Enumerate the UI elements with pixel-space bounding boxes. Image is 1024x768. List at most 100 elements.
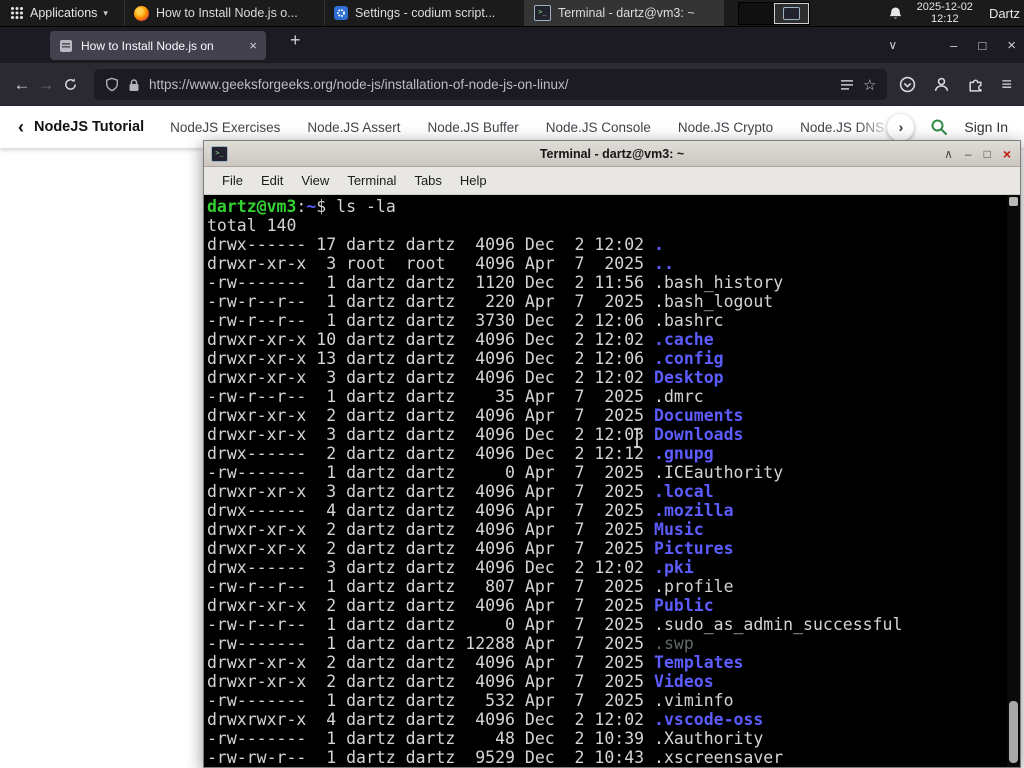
close-button[interactable]: × — [1003, 146, 1011, 162]
clock[interactable]: 2025-12-02 12:12 — [917, 1, 973, 26]
panel-username: Dartz — [988, 5, 1020, 21]
back-button[interactable]: ← — [10, 75, 34, 95]
terminal-icon: >_ — [533, 5, 551, 21]
tab-close-icon[interactable]: × — [249, 38, 257, 53]
toolbar-icons: ≡ — [899, 74, 1012, 95]
nav-link[interactable]: Node.JS Assert — [307, 120, 400, 135]
terminal-line: -rw------- 1 dartz dartz 1120 Dec 2 11:5… — [207, 273, 784, 292]
desktop: Applications ▾ How to Install Node.js o.… — [0, 0, 1024, 768]
menu-terminal[interactable]: Terminal — [338, 173, 405, 188]
taskbar: How to Install Node.js o... Settings - c… — [123, 0, 724, 26]
nav-link[interactable]: Node.JS Buffer — [427, 120, 518, 135]
menu-tabs[interactable]: Tabs — [405, 173, 450, 188]
page-favicon — [60, 39, 72, 52]
window-controls: ∨ – □ × — [888, 27, 1016, 63]
nav-link-primary[interactable]: NodeJS Tutorial — [34, 119, 144, 135]
nav-link[interactable]: Node.JS Console — [546, 120, 651, 135]
settings-gear-icon — [333, 6, 348, 20]
firefox-icon — [133, 5, 149, 21]
tracking-shield-icon — [106, 77, 118, 92]
top-panel: Applications ▾ How to Install Node.js o.… — [0, 0, 1024, 27]
search-icon[interactable] — [930, 118, 948, 136]
terminal-titlebar[interactable]: >_ Terminal - dartz@vm3: ~ ∧ – □ × — [204, 141, 1020, 167]
terminal-scrollbar[interactable] — [1007, 195, 1020, 767]
close-button[interactable]: × — [1007, 37, 1016, 54]
clock-date: 2025-12-02 — [916, 0, 973, 13]
minimize-button[interactable]: – — [950, 38, 957, 53]
workspace-2-active[interactable] — [773, 2, 809, 24]
terminal-line: -rw------- 1 dartz dartz 0 Apr 7 2025 .I… — [207, 463, 784, 482]
terminal-line: drwxr-xr-x 3 root root 4096 Apr 7 2025 .… — [207, 254, 674, 273]
menu-file[interactable]: File — [213, 173, 252, 188]
new-tab-button[interactable]: + — [290, 30, 301, 51]
menu-help[interactable]: Help — [451, 173, 496, 188]
chevron-down-icon: ▾ — [103, 7, 108, 18]
applications-menu-button[interactable]: Applications ▾ — [0, 0, 118, 26]
firefox-tab-bar: How to Install Node.js on × + ∨ – □ × — [0, 27, 1024, 63]
taskbar-window-title: How to Install Node.js o... — [155, 6, 298, 20]
menu-view[interactable]: View — [292, 173, 338, 188]
terminal-icon: >_ — [211, 145, 228, 162]
notification-bell-icon[interactable] — [888, 6, 903, 21]
terminal-line: drwxr-xr-x 2 dartz dartz 4096 Apr 7 2025… — [207, 539, 734, 558]
minimize-button[interactable]: – — [965, 147, 972, 161]
terminal-line: -rw------- 1 dartz dartz 48 Dec 2 10:39 … — [207, 729, 764, 748]
taskbar-window-terminal[interactable]: >_ Terminal - dartz@vm3: ~ — [523, 0, 724, 26]
terminal-line: -rw-r--r-- 1 dartz dartz 3730 Dec 2 12:0… — [207, 311, 724, 330]
menu-edit[interactable]: Edit — [252, 173, 292, 188]
bookmark-star-icon[interactable]: ☆ — [863, 76, 876, 94]
terminal-line: -rw-r--r-- 1 dartz dartz 220 Apr 7 2025 … — [207, 292, 774, 311]
terminal-line: drwxr-xr-x 2 dartz dartz 4096 Apr 7 2025… — [207, 406, 744, 425]
url-bar[interactable]: https://www.geeksforgeeks.org/node-js/in… — [94, 69, 888, 100]
account-icon[interactable] — [933, 76, 950, 93]
extensions-puzzle-icon[interactable] — [967, 76, 984, 93]
workspace-switcher[interactable] — [737, 1, 810, 25]
workspace-window-thumbnail — [782, 6, 800, 20]
maximize-button[interactable]: □ — [978, 38, 986, 53]
nav-link[interactable]: NodeJS Exercises — [170, 120, 280, 135]
menu-icon[interactable]: ≡ — [1001, 74, 1012, 95]
terminal-line: drwxr-xr-x 2 dartz dartz 4096 Apr 7 2025… — [207, 520, 704, 539]
terminal-line: drwxr-xr-x 3 dartz dartz 4096 Dec 2 12:0… — [207, 425, 744, 444]
taskbar-window-settings[interactable]: Settings - codium script... — [323, 0, 524, 26]
terminal-window-controls: ∧ – □ × — [944, 146, 1020, 162]
firefox-navigation-bar: ← → https://www.geeksforgeeks.org/node-j… — [0, 63, 1024, 106]
mouse-ibeam-cursor — [634, 427, 640, 449]
terminal-output: dartz@vm3:~$ ls -la total 140 drwx------ 1… — [207, 197, 1005, 767]
url-text[interactable]: https://www.geeksforgeeks.org/node-js/in… — [149, 77, 831, 92]
terminal-screen[interactable]: dartz@vm3:~$ ls -la total 140 drwx------ 1… — [204, 195, 1020, 767]
terminal-line: dartz@vm3:~$ ls -la — [207, 197, 396, 216]
sign-in-button[interactable]: Sign In — [964, 119, 1008, 135]
terminal-line: -rw-r--r-- 1 dartz dartz 0 Apr 7 2025 .s… — [207, 615, 903, 634]
applications-grid-icon — [11, 7, 23, 19]
terminal-menubar: File Edit View Terminal Tabs Help — [204, 167, 1020, 195]
taskbar-window-firefox[interactable]: How to Install Node.js o... — [123, 0, 324, 26]
terminal-line: drwxrwxr-x 4 dartz dartz 4096 Dec 2 12:0… — [207, 710, 764, 729]
reader-view-icon[interactable] — [840, 78, 854, 92]
applications-label: Applications — [30, 6, 98, 20]
terminal-line: drwxr-xr-x 2 dartz dartz 4096 Apr 7 2025… — [207, 596, 714, 615]
reload-button[interactable] — [58, 77, 82, 92]
nav-prev-icon[interactable]: ‹ — [18, 117, 24, 138]
list-all-tabs-icon[interactable]: ∨ — [888, 38, 897, 52]
pocket-icon[interactable] — [899, 76, 916, 93]
shade-button[interactable]: ∧ — [944, 147, 953, 161]
scrollbar-thumb[interactable] — [1009, 701, 1018, 763]
terminal-line: drwxr-xr-x 10 dartz dartz 4096 Dec 2 12:… — [207, 330, 714, 349]
forward-button[interactable]: → — [34, 75, 58, 95]
terminal-line: -rw-r--r-- 1 dartz dartz 35 Apr 7 2025 .… — [207, 387, 704, 406]
maximize-button[interactable]: □ — [984, 147, 991, 161]
tab-title: How to Install Node.js on — [81, 38, 214, 53]
scrollbar-arrow[interactable] — [1009, 197, 1018, 206]
terminal-line: -rw-r--r-- 1 dartz dartz 807 Apr 7 2025 … — [207, 577, 734, 596]
terminal-line: -rw------- 1 dartz dartz 12288 Apr 7 202… — [207, 634, 694, 653]
terminal-line: drwxr-xr-x 2 dartz dartz 4096 Apr 7 2025… — [207, 653, 744, 672]
lock-icon — [129, 78, 139, 91]
terminal-line: drwx------ 4 dartz dartz 4096 Apr 7 2025… — [207, 501, 734, 520]
clock-time: 12:12 — [931, 13, 959, 25]
nav-link[interactable]: Node.JS Crypto — [678, 120, 773, 135]
workspace-1[interactable] — [739, 3, 774, 24]
browser-tab-active[interactable]: How to Install Node.js on × — [50, 31, 266, 60]
nav-next-button[interactable]: › — [887, 113, 915, 141]
nav-next-icon: › — [898, 119, 904, 135]
